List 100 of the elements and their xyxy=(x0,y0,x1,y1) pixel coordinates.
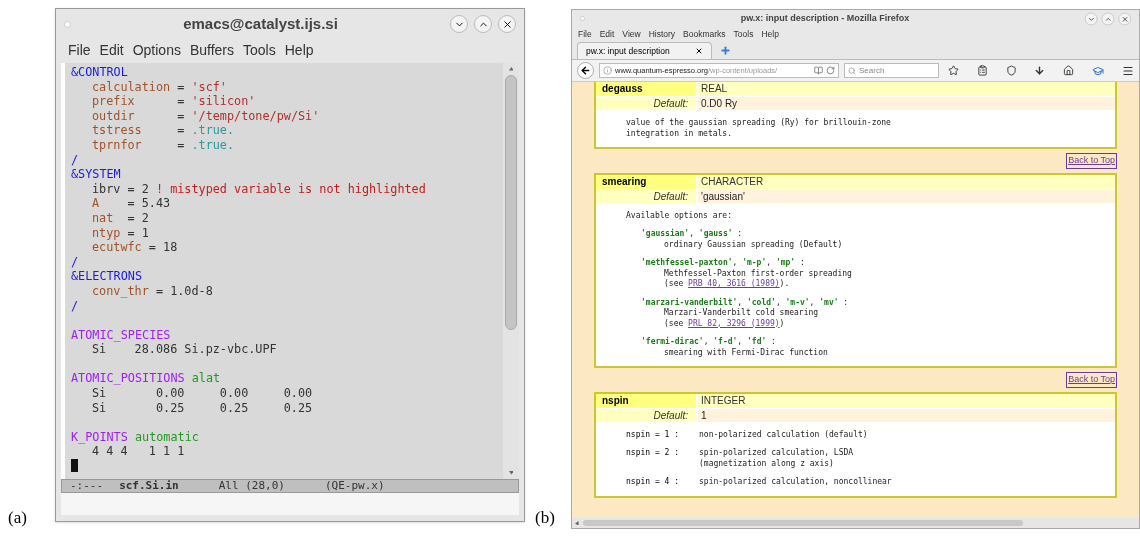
parameter-name: nspin xyxy=(596,393,696,408)
code-line: K_POINTS automatic xyxy=(71,429,199,445)
clipboard-icon[interactable] xyxy=(976,65,988,76)
code-line: ntyp = 1 xyxy=(92,225,149,241)
back-button[interactable] xyxy=(577,62,594,79)
code-line: Si 0.00 0.00 0.00 xyxy=(92,386,313,401)
option-term: nspin = 2 : xyxy=(626,448,680,459)
major-mode: (QE-pw.x) xyxy=(324,477,385,494)
option-term: nspin = 4 : xyxy=(626,477,680,488)
maximize-button[interactable] xyxy=(474,15,492,33)
code-line: ecutwfc = 18 xyxy=(92,240,178,255)
description-line: non-polarized calculation (default) xyxy=(699,429,868,439)
parameter-type: REAL xyxy=(698,82,1115,96)
close-icon xyxy=(501,18,513,30)
code-line: ATOMIC_SPECIES xyxy=(71,327,171,343)
description-line: ordinary Gaussian spreading (Default) xyxy=(664,239,843,249)
menu-item[interactable]: Edit xyxy=(599,27,615,41)
code-line: / xyxy=(71,152,79,168)
shield-icon[interactable] xyxy=(1005,65,1017,76)
code-line: A = 5.43 xyxy=(92,196,171,211)
menu-item[interactable]: Options xyxy=(132,39,181,61)
close-tab-icon[interactable] xyxy=(695,47,703,55)
figure-label: (a) xyxy=(8,506,27,529)
menu-item[interactable]: View xyxy=(622,27,641,41)
mode-line-status: -:--- xyxy=(70,477,104,494)
code-line: conv_thr = 1.0d-8 xyxy=(92,283,213,299)
buffer-name: scf.Si.in xyxy=(119,477,179,494)
menu-icon[interactable] xyxy=(1121,64,1134,77)
description-line: 'methfessel-paxton', 'm-p', 'mp' : xyxy=(641,258,805,267)
menu-item[interactable]: Tools xyxy=(733,27,754,41)
code-line: Si 28.086 Si.pz-vbc.UPF xyxy=(92,342,277,357)
code-line: calculation = 'scf' xyxy=(92,79,227,95)
close-button[interactable] xyxy=(498,15,516,33)
minimize-button[interactable] xyxy=(1084,12,1098,25)
description-line: smearing with Fermi-Dirac function xyxy=(664,347,828,357)
parameter-name: smearing xyxy=(596,174,696,189)
search-field[interactable]: Search xyxy=(844,63,939,78)
code-line: 4 4 4 1 1 1 xyxy=(92,444,185,460)
mode-line-position: All (28,0) xyxy=(218,477,285,494)
menu-item[interactable]: Edit xyxy=(99,39,124,61)
description-line: value of the gaussian spreading (Ry) for brillouin-zone xyxy=(626,118,891,127)
description-line: Available options are: xyxy=(626,210,732,220)
menu-item[interactable]: Help xyxy=(284,39,314,61)
code-line: / xyxy=(71,254,79,270)
code-line: Si 0.25 0.25 0.25 xyxy=(92,400,313,416)
new-tab-icon[interactable] xyxy=(720,45,731,56)
code-line: ibrv = 2 ! mistyped variable is not highlighted xyxy=(92,181,426,197)
search-icon xyxy=(848,66,856,75)
description-line: integration in metals. xyxy=(626,128,732,138)
option-term: nspin = 1 : xyxy=(626,429,680,440)
window-title: pw.x: input description - Mozilla Firefox xyxy=(739,11,911,25)
code-line: ATOMIC_POSITIONS alat xyxy=(71,371,221,387)
default-label: Default: xyxy=(596,189,696,203)
default-value: 1 xyxy=(698,408,1115,422)
description-line: 'fermi-dirac', 'f-d', 'fd' : xyxy=(641,337,776,346)
scroll-down-icon[interactable] xyxy=(508,471,514,475)
back-to-top-link[interactable]: Back to Top xyxy=(1066,153,1117,169)
info-icon[interactable] xyxy=(603,66,612,75)
code-line: tstress = .true. xyxy=(92,123,235,138)
scroll-left-icon[interactable] xyxy=(575,520,579,526)
menu-item[interactable]: Help xyxy=(761,27,779,41)
code-line: &ELECTRONS xyxy=(71,269,143,284)
parameter-name: degauss xyxy=(596,82,696,96)
download-icon[interactable] xyxy=(1034,65,1046,76)
description-line: spin-polarized calculation, LSDA xyxy=(699,448,854,457)
back-to-top-link[interactable]: Back to Top xyxy=(1066,372,1117,388)
bookmark-star-icon[interactable] xyxy=(948,65,959,76)
default-label: Default: xyxy=(596,97,696,110)
menu-item[interactable]: File xyxy=(578,27,592,41)
graduation-cap-icon[interactable] xyxy=(1092,64,1105,77)
description-line: Methfessel-Paxton first-order spreading xyxy=(664,268,852,278)
description-line: spin-polarized calculation, noncollinear xyxy=(699,477,892,486)
reference-link[interactable]: PRB 40, 3616 (1989) xyxy=(688,279,780,288)
menu-item[interactable]: Bookmarks xyxy=(683,27,726,41)
code-line: prefix = 'silicon' xyxy=(92,94,256,109)
back-arrow-icon xyxy=(580,65,591,76)
default-value: 0.D0 Ry xyxy=(698,97,1115,110)
reader-view-icon[interactable] xyxy=(814,66,823,75)
reference-link[interactable]: PRL 82, 3296 (1999) xyxy=(688,318,780,328)
menu-item[interactable]: Tools xyxy=(243,39,276,61)
code-line: nat = 2 xyxy=(92,210,149,226)
reload-icon[interactable] xyxy=(826,66,835,75)
description-line: 'marzari-vanderbilt', 'cold', 'm-v', 'mv' : xyxy=(641,297,849,307)
menu-item[interactable]: File xyxy=(68,39,91,61)
menu-item[interactable]: History xyxy=(648,27,676,41)
parameter-type: CHARACTER xyxy=(698,174,1115,189)
figure-label: (b) xyxy=(535,506,555,529)
home-icon[interactable] xyxy=(1063,65,1075,76)
description-line: (see PRB 40, 3616 (1989)). xyxy=(664,279,790,288)
menu-item[interactable]: Buffers xyxy=(189,39,235,61)
browser-tab[interactable]: pw.x: input description xyxy=(577,42,712,59)
description-line: Marzari-Vanderbilt cold smearing xyxy=(664,308,819,317)
parameter-type: INTEGER xyxy=(698,393,1115,408)
code-line: outdir = '/temp/tone/pw/Si' xyxy=(92,108,320,124)
scroll-up-icon[interactable] xyxy=(508,67,514,71)
window-title: emacs@catalyst.ijs.si xyxy=(182,13,339,34)
description-line: (magnetization along z axis) xyxy=(699,458,834,468)
minimize-button[interactable] xyxy=(450,15,468,33)
scrollbar[interactable] xyxy=(503,63,519,479)
code-line: &SYSTEM xyxy=(71,167,121,182)
